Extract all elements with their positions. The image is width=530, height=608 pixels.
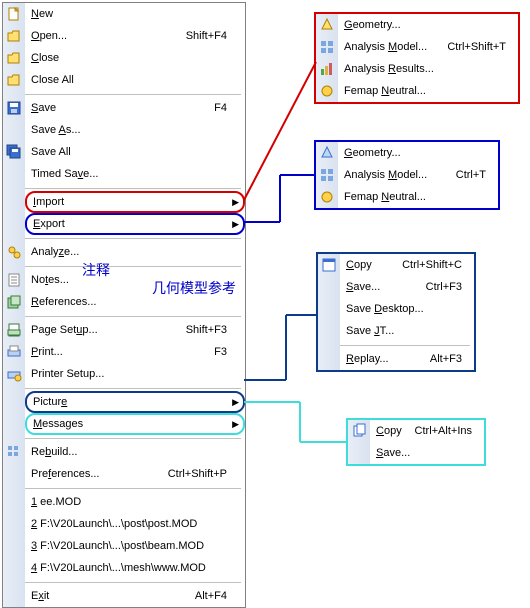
- shortcut: Ctrl+Shift+P: [168, 468, 241, 480]
- menu-recent-2[interactable]: 2 F:\V20Launch\...\post\post.MOD: [25, 513, 245, 535]
- menu-recent-1[interactable]: 1 ee.MOD: [25, 491, 245, 513]
- menu-label: Save All: [31, 146, 241, 158]
- shortcut: Ctrl+T: [456, 169, 490, 181]
- page-setup-icon: [3, 319, 25, 341]
- file-menu-icon-strip: [3, 3, 25, 607]
- window-icon: [318, 254, 340, 276]
- save-icon: [3, 97, 25, 119]
- menu-label: ew: [39, 8, 53, 20]
- folder-open-icon: [3, 25, 25, 47]
- messages-copy[interactable]: CopyCtrl+Alt+Ins: [370, 420, 484, 442]
- picture-copy[interactable]: CopyCtrl+Shift+C: [340, 254, 474, 276]
- menu-close[interactable]: Close: [25, 47, 245, 69]
- shortcut: Ctrl+Shift+C: [402, 259, 466, 271]
- geometry-icon: [316, 14, 338, 36]
- menu-recent-3[interactable]: 3 F:\V20Launch\...\post\beam.MOD: [25, 535, 245, 557]
- menu-timed-save[interactable]: Timed Save...: [25, 163, 245, 185]
- print-icon: [3, 341, 25, 363]
- menu-messages[interactable]: Messages▶: [25, 413, 245, 435]
- analyze-icon: [3, 241, 25, 263]
- printer-setup-icon: [3, 363, 25, 385]
- shortcut: Ctrl+Shift+T: [447, 41, 510, 53]
- references-icon: [3, 291, 25, 313]
- shortcut: Alt+F3: [430, 353, 466, 365]
- menu-save-all[interactable]: Save All: [25, 141, 245, 163]
- menu-label: Printer Setup...: [31, 368, 241, 380]
- shortcut: Shift+F3: [186, 324, 241, 336]
- import-analysis-model[interactable]: Analysis Model...Ctrl+Shift+T: [338, 36, 518, 58]
- menu-analyze[interactable]: Analyze...: [25, 241, 245, 263]
- menu-page-setup[interactable]: Page Setup...Shift+F3: [25, 319, 245, 341]
- picture-save-jt[interactable]: Save JT...: [340, 320, 474, 342]
- model-icon: [316, 36, 338, 58]
- model-icon: [316, 164, 338, 186]
- import-analysis-results[interactable]: Analysis Results...: [338, 58, 518, 80]
- geometry-icon: [316, 142, 338, 164]
- folder-icon: [3, 69, 25, 91]
- messages-save[interactable]: Save...: [370, 442, 484, 464]
- shortcut: Alt+F4: [195, 590, 241, 602]
- export-analysis-model[interactable]: Analysis Model...Ctrl+T: [338, 164, 498, 186]
- export-femap-neutral[interactable]: Femap Neutral...: [338, 186, 498, 208]
- menu-preferences[interactable]: Preferences...Ctrl+Shift+P: [25, 463, 245, 485]
- save-all-icon: [3, 141, 25, 163]
- folder-icon: [3, 47, 25, 69]
- notes-icon: [3, 269, 25, 291]
- picture-replay[interactable]: Replay...Alt+F3: [340, 348, 474, 370]
- submenu-arrow-icon: ▶: [232, 198, 239, 207]
- neutral-icon: [316, 80, 338, 102]
- menu-import[interactable]: Import▶: [25, 191, 245, 213]
- submenu-arrow-icon: ▶: [232, 420, 239, 429]
- menu-save[interactable]: SaveF4: [25, 97, 245, 119]
- shortcut: F4: [214, 102, 241, 114]
- menu-export[interactable]: Export▶: [25, 213, 245, 235]
- menu-printer-setup[interactable]: Printer Setup...: [25, 363, 245, 385]
- neutral-icon: [316, 186, 338, 208]
- menu-close-all[interactable]: Close All: [25, 69, 245, 91]
- menu-picture[interactable]: Picture▶: [25, 391, 245, 413]
- shortcut: Shift+F4: [186, 30, 241, 42]
- import-geometry[interactable]: Geometry...: [338, 14, 518, 36]
- submenu-arrow-icon: ▶: [232, 398, 239, 407]
- export-submenu: Geometry... Analysis Model...Ctrl+T Fema…: [314, 140, 500, 210]
- annotation-notes: 注释: [82, 260, 110, 280]
- copy-icon: [348, 420, 370, 442]
- new-icon: [3, 3, 25, 25]
- menu-recent-4[interactable]: 4 F:\V20Launch\...\mesh\www.MOD: [25, 557, 245, 579]
- menu-exit[interactable]: ExitAlt+F4: [25, 585, 245, 607]
- shortcut: Ctrl+Alt+Ins: [415, 425, 476, 437]
- file-menu: New Open...Shift+F4 Close Close All Save…: [2, 2, 246, 608]
- picture-submenu: CopyCtrl+Shift+C Save...Ctrl+F3 Save Des…: [316, 252, 476, 372]
- menu-rebuild[interactable]: Rebuild...: [25, 441, 245, 463]
- picture-save[interactable]: Save...Ctrl+F3: [340, 276, 474, 298]
- results-icon: [316, 58, 338, 80]
- menu-label: Close All: [31, 74, 241, 86]
- shortcut: F3: [214, 346, 241, 358]
- menu-save-as[interactable]: Save As...: [25, 119, 245, 141]
- menu-new[interactable]: New: [25, 3, 245, 25]
- shortcut: Ctrl+F3: [426, 281, 466, 293]
- menu-open[interactable]: Open...Shift+F4: [25, 25, 245, 47]
- picture-save-desktop[interactable]: Save Desktop...: [340, 298, 474, 320]
- submenu-arrow-icon: ▶: [232, 220, 239, 229]
- import-submenu: Geometry... Analysis Model...Ctrl+Shift+…: [314, 12, 520, 104]
- annotation-references: 几何模型参考: [152, 278, 236, 298]
- rebuild-icon: [3, 441, 25, 463]
- export-geometry[interactable]: Geometry...: [338, 142, 498, 164]
- messages-submenu: CopyCtrl+Alt+Ins Save...: [346, 418, 486, 466]
- import-femap-neutral[interactable]: Femap Neutral...: [338, 80, 518, 102]
- menu-print[interactable]: Print...F3: [25, 341, 245, 363]
